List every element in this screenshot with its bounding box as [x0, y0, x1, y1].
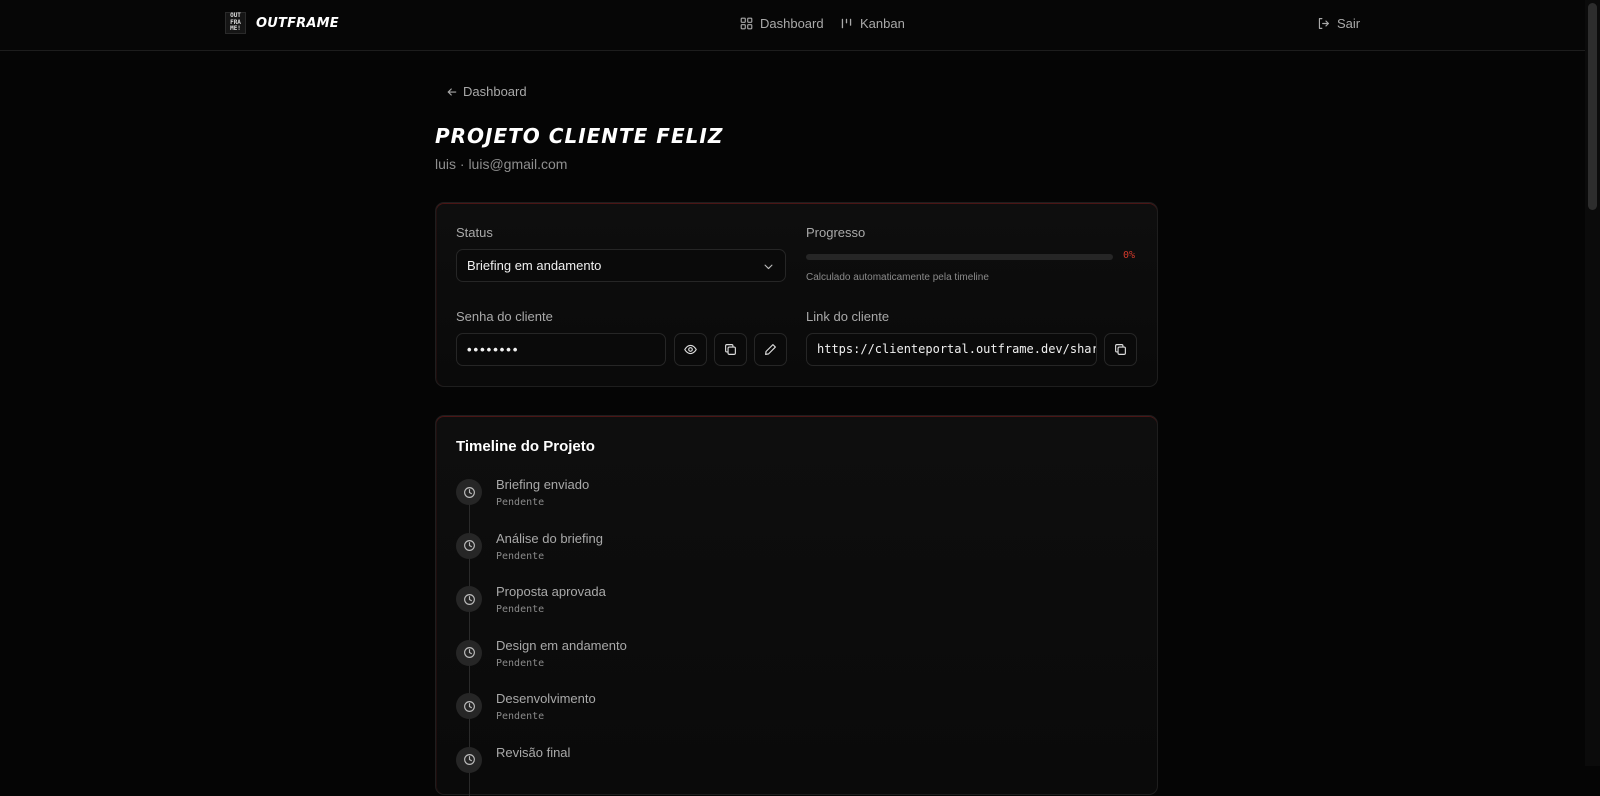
copy-icon	[725, 344, 736, 355]
timeline-item-status: Pendente	[496, 497, 545, 508]
progress-bar	[806, 254, 1113, 260]
clock-icon	[456, 746, 482, 773]
progress-label: Progresso	[806, 225, 866, 240]
kanban-icon	[841, 18, 852, 29]
progress-percent: 0%	[1123, 250, 1136, 261]
page-title: Projeto Cliente Feliz	[435, 124, 724, 148]
nav-item-label: Kanban	[860, 16, 905, 31]
logout-label: Sair	[1337, 16, 1361, 31]
timeline-card: Timeline do Projeto Briefing enviado Pend…	[435, 415, 1158, 796]
nav-item-kanban[interactable]: Kanban	[840, 16, 905, 31]
logo-mark-icon: OUT FRA ME!	[225, 12, 246, 34]
status-select[interactable]: Briefing em andamento	[456, 249, 786, 282]
show-password-button[interactable]	[674, 333, 707, 366]
client-link-label: Link do cliente	[806, 309, 890, 324]
copy-icon	[1115, 344, 1126, 355]
nav-item-label: Dashboard	[760, 16, 824, 31]
timeline-item-name: Análise do briefing	[496, 530, 603, 546]
timeline-item-name: Briefing enviado	[496, 477, 590, 492]
brand-logo[interactable]: OUT FRA ME! OUTFRAME	[225, 12, 339, 34]
logout-button[interactable]: Sair	[1317, 16, 1360, 31]
grid-icon	[740, 17, 753, 30]
timeline-item-status: Pendente	[496, 711, 545, 722]
client-password-field[interactable]: ••••••••	[456, 333, 666, 366]
logout-icon	[1318, 18, 1329, 29]
pencil-icon	[765, 344, 776, 355]
project-details-card: Status Briefing em andamento Progresso 0…	[435, 202, 1158, 387]
back-link-label: Dashboard	[463, 84, 527, 99]
nav-item-dashboard[interactable]: Dashboard	[740, 16, 824, 31]
scrollbar-thumb[interactable]	[1588, 3, 1597, 210]
edit-password-button[interactable]	[754, 333, 787, 366]
copy-password-button[interactable]	[714, 333, 747, 366]
client-link-field[interactable]: https://clienteportal.outframe.dev/share…	[806, 333, 1097, 366]
timeline-item-name: Proposta aprovada	[496, 584, 606, 599]
eye-icon	[684, 344, 697, 355]
status-select-value: Briefing em andamento	[467, 258, 602, 273]
logo-mark-line: ME!	[230, 25, 241, 33]
page-scrollbar[interactable]	[1585, 0, 1600, 766]
timeline-item-name: Revisão final	[496, 744, 571, 760]
copy-link-button[interactable]	[1104, 333, 1137, 366]
timeline-item-status: Pendente	[496, 657, 545, 669]
progress-hint: Calculado automaticamente pela timeline	[806, 272, 989, 283]
timeline-title: Timeline do Projeto	[456, 438, 595, 455]
clock-icon	[456, 693, 482, 719]
timeline-item-name: Desenvolvimento	[496, 691, 596, 706]
clock-icon	[456, 479, 482, 505]
top-navbar: OUT FRA ME! OUTFRAME Dashboard Kanban Sa…	[0, 0, 1585, 51]
chevron-down-icon	[764, 264, 773, 270]
clock-icon	[456, 586, 482, 612]
timeline-item-status: Pendente	[496, 604, 545, 615]
timeline-item-status: Pendente	[496, 550, 545, 562]
password-label: Senha do cliente	[456, 309, 553, 324]
clock-icon	[456, 532, 482, 559]
back-link[interactable]: Dashboard	[446, 84, 527, 99]
arrow-left-icon	[447, 87, 457, 96]
status-label: Status	[456, 225, 493, 240]
clock-icon	[456, 639, 482, 666]
timeline-item-name: Design em andamento	[496, 637, 627, 653]
client-info: luis · luis@gmail.com	[435, 156, 568, 172]
brand-name: OUTFRAME	[256, 15, 339, 31]
